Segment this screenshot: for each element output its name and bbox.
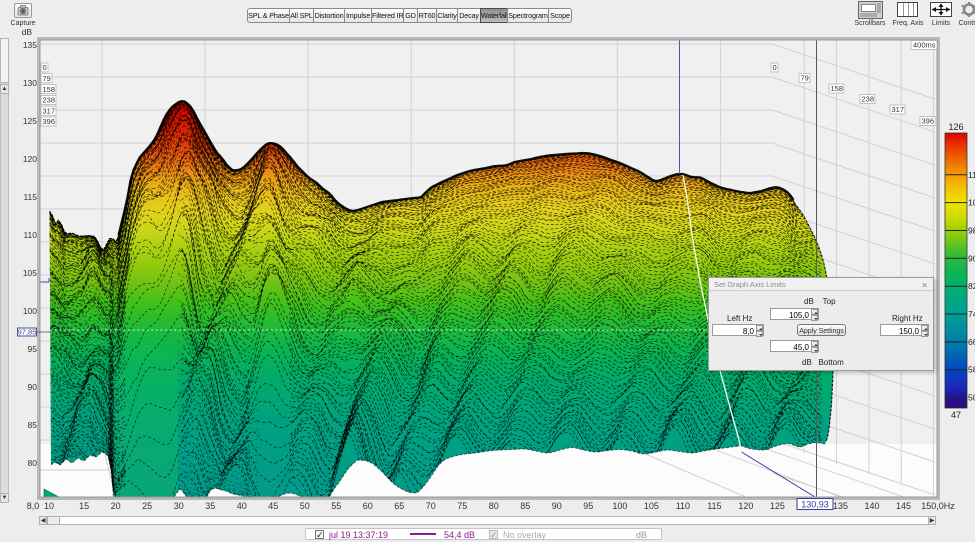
svg-text:90: 90 — [28, 382, 38, 392]
svg-text:115: 115 — [23, 192, 37, 202]
svg-text:145: 145 — [896, 501, 911, 511]
svg-text:74: 74 — [968, 309, 975, 319]
svg-text:238: 238 — [862, 95, 875, 104]
svg-text:238: 238 — [43, 96, 56, 105]
svg-text:105: 105 — [644, 501, 659, 511]
svg-text:70: 70 — [426, 501, 436, 511]
svg-text:20: 20 — [111, 501, 121, 511]
svg-text:95: 95 — [583, 501, 593, 511]
svg-text:396: 396 — [43, 117, 56, 126]
svg-text:66: 66 — [968, 337, 975, 347]
svg-text:79: 79 — [801, 74, 809, 83]
svg-text:45: 45 — [268, 501, 278, 511]
svg-text:130: 130 — [23, 78, 37, 88]
svg-text:100: 100 — [23, 306, 37, 316]
svg-text:126: 126 — [948, 122, 963, 132]
svg-text:90: 90 — [968, 253, 975, 263]
svg-text:317: 317 — [892, 105, 905, 114]
svg-text:15: 15 — [79, 501, 89, 511]
svg-text:dB: dB — [22, 27, 33, 37]
svg-text:98: 98 — [968, 226, 975, 236]
svg-text:10: 10 — [44, 501, 54, 511]
svg-text:58: 58 — [968, 365, 975, 375]
svg-text:85: 85 — [520, 501, 530, 511]
svg-text:110: 110 — [23, 230, 37, 240]
svg-text:115: 115 — [707, 501, 721, 511]
svg-text:65: 65 — [394, 501, 404, 511]
svg-text:25: 25 — [142, 501, 152, 511]
svg-text:85: 85 — [28, 420, 38, 430]
svg-text:120: 120 — [23, 154, 37, 164]
svg-text:0: 0 — [773, 63, 777, 72]
svg-text:114: 114 — [968, 170, 975, 180]
svg-text:158: 158 — [831, 84, 844, 93]
svg-text:60: 60 — [363, 501, 373, 511]
svg-text:158: 158 — [43, 85, 56, 94]
svg-text:396: 396 — [922, 117, 935, 126]
svg-text:55: 55 — [331, 501, 341, 511]
svg-text:125: 125 — [770, 501, 785, 511]
svg-text:105: 105 — [23, 268, 37, 278]
svg-text:82: 82 — [968, 281, 975, 291]
svg-text:150,0Hz: 150,0Hz — [921, 501, 955, 511]
svg-text:30: 30 — [174, 501, 184, 511]
svg-text:140: 140 — [864, 501, 879, 511]
svg-text:400ms: 400ms — [913, 41, 936, 50]
svg-text:106: 106 — [968, 198, 975, 208]
svg-text:40: 40 — [237, 501, 247, 511]
svg-text:80: 80 — [28, 458, 38, 468]
svg-text:110: 110 — [676, 501, 690, 511]
svg-text:100: 100 — [612, 501, 627, 511]
svg-text:130,93: 130,93 — [801, 500, 829, 510]
svg-text:135: 135 — [23, 40, 37, 50]
svg-text:50: 50 — [968, 393, 975, 403]
svg-text:75: 75 — [457, 501, 467, 511]
svg-text:95: 95 — [28, 344, 38, 354]
svg-text:135: 135 — [833, 501, 848, 511]
svg-text:8,0: 8,0 — [27, 501, 40, 511]
svg-text:80: 80 — [489, 501, 499, 511]
svg-text:35: 35 — [205, 501, 215, 511]
svg-text:97,85: 97,85 — [18, 328, 37, 337]
svg-text:0: 0 — [43, 63, 47, 72]
svg-text:47: 47 — [951, 410, 961, 420]
svg-text:79: 79 — [43, 74, 51, 83]
svg-text:50: 50 — [300, 501, 310, 511]
svg-text:120: 120 — [738, 501, 753, 511]
svg-text:125: 125 — [23, 116, 37, 126]
svg-text:90: 90 — [552, 501, 562, 511]
svg-text:317: 317 — [43, 106, 56, 115]
